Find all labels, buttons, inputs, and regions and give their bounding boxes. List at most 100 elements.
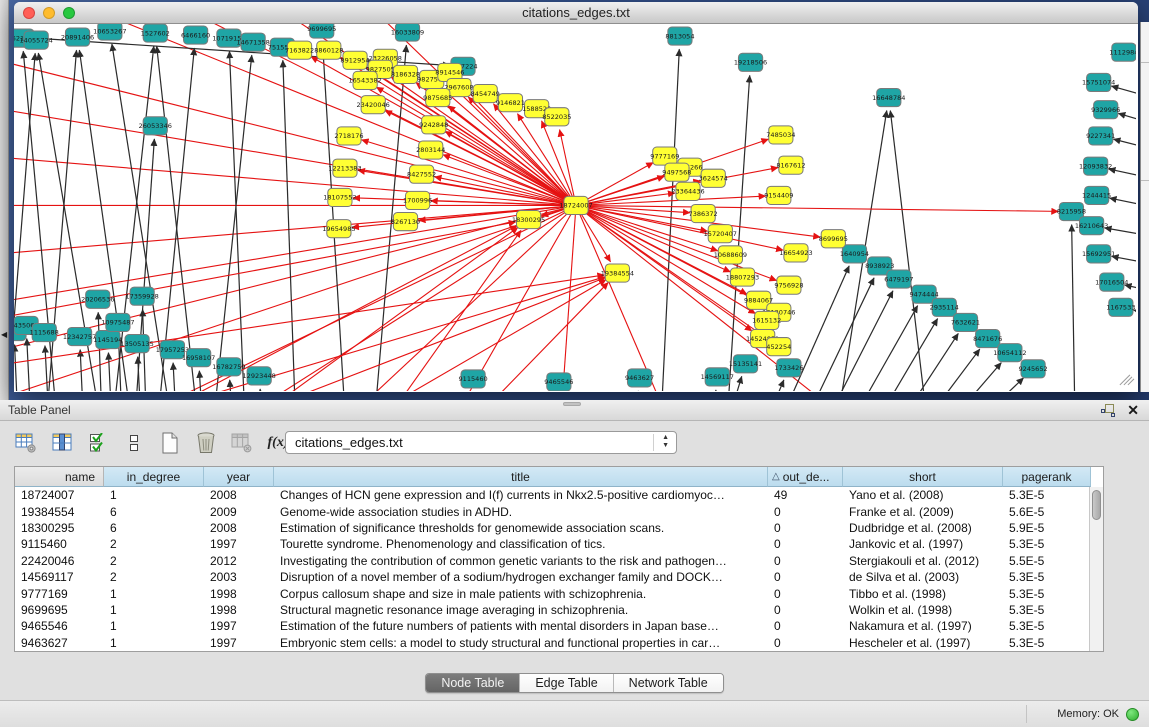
graph-node[interactable]: 452254 [766, 338, 791, 356]
graph-node[interactable]: 1527602 [141, 24, 170, 42]
table-row[interactable]: 1830029562008Estimation of significance … [15, 520, 1103, 536]
graph-node[interactable]: 9154409 [764, 186, 793, 204]
graph-node[interactable]: 8860128 [314, 41, 343, 59]
graph-node[interactable]: 9329966 [1091, 101, 1120, 119]
graph-node[interactable]: 2718176 [334, 127, 363, 145]
graph-node[interactable]: 8522035 [542, 108, 571, 126]
tab-edge-table[interactable]: Edge Table [520, 674, 613, 692]
graph-node[interactable]: 9756928 [774, 276, 803, 294]
graph-node[interactable]: 1615132 [752, 311, 781, 329]
table-row[interactable]: 911546021997Tourette syndrome. Phenomeno… [15, 536, 1103, 552]
table-row[interactable]: 1872400712008Changes of HCN gene express… [15, 487, 1103, 503]
column-mapping-icon[interactable] [50, 431, 74, 455]
graph-node[interactable]: 8471676 [973, 329, 1002, 347]
graph-node[interactable]: 9699695 [307, 24, 336, 38]
graph-node[interactable]: 14671358 [236, 33, 269, 51]
close-panel-icon[interactable]: ✕ [1127, 402, 1139, 418]
graph-node[interactable]: 9227341 [1086, 127, 1115, 145]
graph-node[interactable]: 9497568 [662, 163, 691, 181]
graph-node[interactable]: 12093832 [1079, 157, 1112, 175]
graph-node[interactable]: 7386372 [689, 204, 718, 222]
graph-node[interactable]: 1145194 [93, 331, 122, 349]
graph-node[interactable]: 7632621 [951, 313, 980, 331]
delete-rows-icon[interactable] [194, 431, 218, 455]
panel-collapse-icon[interactable]: ◀ [1, 330, 7, 339]
graph-node[interactable]: 9115460 [459, 370, 488, 388]
network-canvas[interactable]: 9621557140557242089140610653267152760264… [14, 24, 1136, 391]
graph-node[interactable]: 16543382 [348, 71, 381, 89]
table-row[interactable]: 1456911722003Disruption of a novel membe… [15, 569, 1103, 585]
tab-node-table[interactable]: Node Table [426, 674, 520, 692]
graph-node[interactable]: 16033809 [391, 24, 424, 41]
graph-node[interactable]: 8167612 [776, 156, 805, 174]
table-row[interactable]: 2242004622012Investigating the contribut… [15, 553, 1103, 569]
graph-node[interactable]: 15751074 [1082, 73, 1115, 91]
graph-node[interactable]: 13505135 [120, 335, 153, 353]
graph-node[interactable]: 8427552 [407, 165, 436, 183]
graph-node[interactable]: 15692951 [1082, 245, 1115, 263]
graph-node[interactable]: 7485034 [766, 126, 795, 144]
graph-node[interactable]: 12213383 [328, 159, 361, 177]
graph-node[interactable]: 18107552 [323, 188, 356, 206]
graph-node[interactable]: 16648784 [872, 89, 905, 107]
graph-node[interactable]: 2803144 [416, 141, 445, 159]
graph-node[interactable]: 9245652 [1018, 360, 1047, 378]
scrollbar-thumb[interactable] [1092, 490, 1101, 520]
panel-resize-handle[interactable] [563, 402, 581, 406]
graph-node[interactable]: 1733426 [774, 359, 803, 377]
graph-node[interactable]: 14055724 [20, 31, 53, 49]
graph-node[interactable]: 8813054 [665, 27, 694, 45]
graph-node[interactable]: 1244415 [1082, 186, 1111, 204]
column-header-out_degree[interactable]: △out_de... [768, 467, 843, 487]
hub-node[interactable]: 18724007 [559, 196, 592, 214]
graph-node[interactable]: 9465546 [544, 373, 573, 391]
column-header-in_degree[interactable]: in_degree [104, 467, 204, 487]
graph-node[interactable]: 15135141 [729, 355, 762, 373]
graph-node[interactable]: 1112984 [1109, 43, 1136, 61]
graph-node[interactable]: 6479197 [884, 270, 913, 288]
graph-node[interactable]: 18807293 [726, 268, 759, 286]
minimize-button[interactable] [43, 7, 55, 19]
graph-node[interactable]: 2935114 [930, 298, 959, 316]
graph-node[interactable]: 9777169 [650, 147, 679, 165]
row-height-icon[interactable] [122, 431, 146, 455]
graph-node[interactable]: 12342757 [63, 327, 96, 345]
table-row[interactable]: 1938455462009Genome-wide association stu… [15, 503, 1103, 519]
graph-node[interactable]: 12923448 [243, 367, 276, 385]
graph-node[interactable]: 9463627 [625, 369, 654, 387]
graph-node[interactable]: 23420046 [357, 96, 390, 114]
close-button[interactable] [23, 7, 35, 19]
graph-node[interactable]: 18300295 [512, 211, 545, 229]
graph-node[interactable]: 19384554 [601, 264, 634, 282]
graph-node[interactable]: 1640954 [840, 245, 869, 263]
graph-node[interactable]: 10975487 [101, 313, 134, 331]
table-vertical-scrollbar[interactable] [1089, 487, 1103, 651]
graph-node[interactable]: 15720407 [704, 225, 737, 243]
zoom-button[interactable] [63, 7, 75, 19]
graph-node[interactable]: 8186328 [391, 65, 420, 83]
new-table-icon[interactable] [158, 431, 182, 455]
graph-node[interactable]: 10688609 [714, 246, 747, 264]
graph-node[interactable]: 17359928 [125, 287, 158, 305]
table-row[interactable]: 946554611997Estimation of the future num… [15, 618, 1103, 634]
graph-node[interactable]: 17016504 [1095, 273, 1128, 291]
table-row[interactable]: 946362711997Embryonic stem cells: a mode… [15, 635, 1103, 651]
column-header-name[interactable]: name [15, 467, 104, 487]
graph-node[interactable]: 9146821 [496, 94, 525, 112]
graph-node[interactable]: 19218506 [734, 53, 767, 71]
graph-node[interactable]: 19654985 [322, 220, 355, 238]
graph-node[interactable]: 14569117 [701, 368, 734, 386]
graph-node[interactable]: 9875685 [423, 89, 452, 107]
graph-node[interactable]: 16782759 [212, 358, 245, 376]
graph-node[interactable]: 16654923 [779, 244, 812, 262]
float-panel-icon[interactable] [1101, 404, 1115, 417]
table-row[interactable]: 969969511998Structural magnetic resonanc… [15, 602, 1103, 618]
table-selector-dropdown[interactable]: citations_edges.txt ▲▼ [285, 431, 677, 454]
column-header-pagerank[interactable]: pagerank [1003, 467, 1091, 487]
table-settings-icon[interactable] [14, 431, 38, 455]
canvas-resize-grip[interactable] [1120, 375, 1134, 385]
graph-node[interactable]: 16210643 [1075, 217, 1108, 235]
graph-node[interactable]: 7163822 [285, 41, 314, 59]
column-header-year[interactable]: year [204, 467, 274, 487]
graph-node[interactable]: 6466160 [181, 26, 210, 44]
